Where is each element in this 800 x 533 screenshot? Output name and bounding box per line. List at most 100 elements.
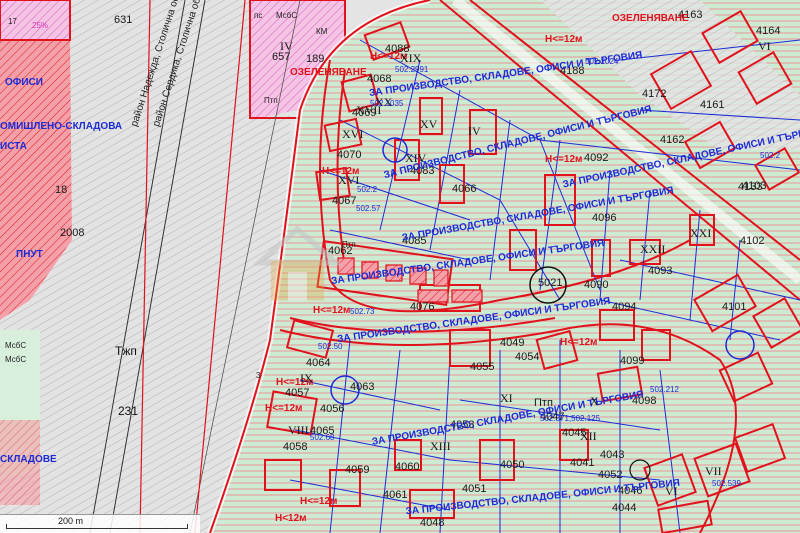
lot-label: 5021 — [538, 277, 563, 289]
lot-label: 189 — [306, 53, 325, 65]
block-numeral: XIX — [400, 51, 422, 65]
parcel-number: 502.2 — [357, 185, 378, 194]
block-numeral: XIII — [430, 439, 451, 453]
lot-label: 4060 — [395, 461, 420, 473]
parcel-number: 502.50 — [318, 342, 343, 351]
map-symbol-label: 3 — [256, 371, 261, 380]
lot-label: 4054 — [515, 351, 540, 363]
lot-label: 4094 — [612, 301, 637, 313]
lot-label: 4090 — [584, 279, 609, 291]
lot-label: 4102 — [740, 235, 765, 247]
parcel-number: 502.68 — [310, 433, 335, 442]
parcel-number: 502.212 — [650, 385, 679, 394]
lot-label: 657 — [272, 51, 291, 63]
lot-label: 4055 — [470, 361, 495, 373]
lot-label: 4070 — [337, 149, 362, 161]
height-limit-label: Н<=12м — [545, 34, 583, 45]
lot-label: 4058 — [283, 441, 308, 453]
block-numeral: VII — [705, 464, 722, 478]
height-limit-label: Н<=12м — [560, 337, 598, 348]
cadastral-map[interactable]: 4088 4068 4069 4070 4083 4066 4067 4062 … — [0, 0, 800, 533]
lot-label: 4044 — [612, 502, 637, 514]
block-numeral: XXI — [690, 226, 712, 240]
block-numeral: VIII — [288, 423, 309, 437]
lot-label: 4133 — [738, 181, 763, 193]
block-numeral: VI — [758, 39, 771, 53]
height-limit-label: Н<12м — [275, 513, 307, 524]
lot-label: 4059 — [345, 464, 370, 476]
parcel-number: 502.1035 — [370, 99, 404, 108]
office-zone-label: ОФИСИ — [5, 77, 43, 88]
block-numeral: XII — [580, 429, 597, 443]
lot-label: 4092 — [584, 152, 609, 164]
lot-label: 4068 — [367, 73, 392, 85]
map-symbol-label: 25% — [32, 21, 49, 30]
map-symbol-label: КМ — [316, 27, 328, 36]
lot-label: 4076 — [410, 301, 435, 313]
lot-label: 4052 — [598, 469, 623, 481]
warehouse-zone-label: СКЛАДОВЕ — [0, 454, 57, 465]
block-numeral: X — [590, 394, 599, 408]
lot-label: 18 — [55, 184, 68, 196]
lot-label: 4066 — [452, 183, 477, 195]
scale-label: 200 m — [58, 516, 84, 526]
height-limit-label: Н<=12м — [265, 403, 303, 414]
parcel-number: 502.57 — [356, 204, 381, 213]
lot-label: 4051 — [462, 483, 487, 495]
block-numeral: XI — [500, 391, 513, 405]
green-zone-label: ОЗЕЛЕНЯВАНЕ — [290, 67, 367, 78]
lot-label: 631 — [114, 14, 133, 26]
railway-zone-label: Тжп — [115, 344, 137, 358]
lot-label: 4096 — [592, 212, 617, 224]
lot-label: 2008 — [60, 227, 85, 239]
lot-label: 4093 — [648, 265, 673, 277]
lot-label: 4064 — [306, 357, 331, 369]
map-symbol-label: МсбС — [276, 11, 298, 20]
scale-bar: 200 m — [0, 514, 200, 533]
lot-label: 4067 — [332, 195, 357, 207]
parcel-number: 502.2024 — [585, 57, 619, 66]
lot-label: 4056 — [320, 403, 345, 415]
lot-label: 4048 — [420, 517, 445, 529]
lot-label: 4063 — [350, 381, 375, 393]
scale-line — [6, 524, 188, 529]
green-zone-label: ОЗЕЛЕНЯВАНЕ — [612, 13, 689, 24]
industrial-zone-label: ИСТА — [0, 141, 27, 152]
transport-zone-label: Птп — [264, 96, 278, 105]
lot-label: 4041 — [570, 457, 595, 469]
lot-label: 4057 — [285, 387, 310, 399]
map-symbol-label: МсбС — [5, 355, 27, 364]
block-numeral: XIV — [405, 151, 427, 165]
transport-zone-label: Птп — [534, 397, 553, 409]
pnut-label: ПНУТ — [16, 249, 43, 260]
parcel-number: 502.73 — [350, 307, 375, 316]
watermark-house-icon — [251, 225, 344, 301]
lot-label: 4061 — [383, 489, 408, 501]
parcel-number: 502.2991 — [395, 65, 429, 74]
transport-zone-label: Птп — [342, 240, 356, 249]
block-numeral: IV — [280, 39, 293, 53]
map-symbol-label: МсбС — [5, 341, 27, 350]
lot-label: 4050 — [500, 459, 525, 471]
block-numeral: XXII — [640, 242, 666, 256]
block-numeral: IX — [300, 371, 313, 385]
map-symbol-label: 17 — [8, 17, 17, 26]
lot-label: 4161 — [700, 99, 725, 111]
lot-label: 4101 — [722, 301, 747, 313]
lot-label: 4162 — [660, 134, 685, 146]
lot-label: 4049 — [500, 337, 525, 349]
height-limit-label: Н<=12м — [300, 496, 338, 507]
height-limit-label: Н<=12м — [545, 154, 583, 165]
lot-label: 4172 — [642, 88, 667, 100]
block-numeral: XVI — [342, 127, 364, 141]
parcel-number: 502.2 — [760, 151, 781, 160]
lot-label: 4043 — [600, 449, 625, 461]
map-symbol-label: пс — [254, 11, 263, 20]
block-numeral: VI — [665, 484, 678, 498]
lot-label: 4164 — [756, 25, 781, 37]
lot-label: 231 — [118, 404, 139, 418]
block-numeral: IV — [468, 124, 481, 138]
parcel-number: 502.539 — [712, 479, 741, 488]
block-numeral: XV — [420, 117, 438, 131]
parcel-number: 502.371,502.125 — [540, 414, 601, 423]
